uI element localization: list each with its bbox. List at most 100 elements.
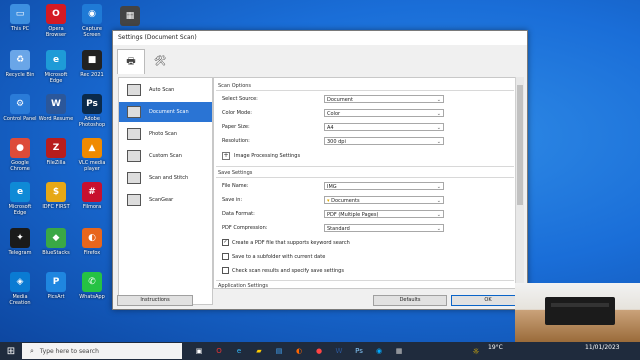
file-name-value: IMG	[327, 184, 337, 190]
app-icon: ⚙	[10, 94, 30, 114]
desktop-icon-label: VLC media player	[78, 160, 106, 172]
app-icon: #	[82, 182, 102, 202]
app-icon: ◉	[82, 4, 102, 24]
taskbar: ⊞ ⌕ Type here to search ▣ O e ▰ ▤ ◐ ● W P…	[0, 342, 640, 360]
subfolder-checkbox[interactable]: Save to a subfolder with current date	[222, 253, 325, 260]
chrome-taskbar-icon[interactable]: ●	[312, 344, 326, 358]
scan-stitch-icon	[127, 172, 141, 184]
desktop-icon[interactable]: ⚙ Control Panel	[2, 92, 38, 122]
desktop-icon[interactable]: ◐ Firefox	[74, 226, 110, 256]
checkbox-icon	[222, 267, 229, 274]
desktop-icon[interactable]: W Word Resume	[38, 92, 74, 122]
desktop-icon[interactable]: e Microsoft Edge	[2, 180, 38, 216]
firefox-taskbar-icon[interactable]: ◐	[292, 344, 306, 358]
custom-scan-icon	[127, 150, 141, 162]
data-format-dropdown[interactable]: PDF (Multiple Pages) ⌄	[324, 210, 444, 218]
desktop-icon[interactable]: O Opera Browser	[38, 2, 74, 38]
photoshop-taskbar-icon[interactable]: Ps	[352, 344, 366, 358]
opera-taskbar-icon[interactable]: O	[212, 344, 226, 358]
desktop-icon-label: IDFC FIRST	[42, 204, 70, 210]
clock[interactable]: 11/01/2023	[585, 344, 620, 351]
desktop-icon[interactable]: ✆ WhatsApp	[74, 270, 110, 300]
select-source-label: Select Source:	[222, 96, 258, 102]
dropdown-value: Documents	[331, 198, 360, 204]
desktop-icon[interactable]: ◆ BlueStacks	[38, 226, 74, 256]
desktop-icon[interactable]: ▦	[112, 4, 148, 28]
desktop-icon[interactable]: ◉ Capture Screen	[74, 2, 110, 38]
file-explorer-icon[interactable]: ▰	[252, 344, 266, 358]
desktop-icon[interactable]: ▲ VLC media player	[74, 136, 110, 172]
desktop-icon[interactable]: $ IDFC FIRST	[38, 180, 74, 210]
scan-options-header: Scan Options	[218, 83, 252, 89]
scanner-tab-icon[interactable]: 🖶	[117, 49, 145, 74]
desktop-icon[interactable]: ♻ Recycle Bin	[2, 48, 38, 78]
nav-auto-scan[interactable]: Auto Scan	[119, 80, 212, 100]
check-results-checkbox[interactable]: Check scan results and specify save sett…	[222, 267, 344, 274]
expand-plus-icon: +	[222, 152, 230, 160]
checkbox-icon	[222, 253, 229, 260]
tools-tab-icon[interactable]: 🛠	[147, 49, 173, 73]
defaults-button[interactable]: Defaults	[373, 295, 447, 306]
scan-type-list: Auto Scan Document Scan Photo Scan Custo…	[118, 77, 213, 305]
app-icon: O	[46, 4, 66, 24]
auto-scan-icon	[127, 84, 141, 96]
pdf-compression-dropdown[interactable]: Standard ⌄	[324, 224, 444, 232]
desktop-icon[interactable]: e Microsoft Edge	[38, 48, 74, 84]
app-icon: ▲	[82, 138, 102, 158]
dropdown-value: Color	[327, 111, 341, 117]
nav-custom-scan[interactable]: Custom Scan	[119, 146, 212, 166]
resolution-label: Resolution:	[222, 138, 250, 144]
nav-label: ScanGear	[149, 197, 174, 203]
scrollbar-thumb[interactable]	[517, 85, 523, 205]
nav-photo-scan[interactable]: Photo Scan	[119, 124, 212, 144]
word-taskbar-icon[interactable]: W	[332, 344, 346, 358]
desktop-icon[interactable]: # Filmora	[74, 180, 110, 210]
paper-size-dropdown[interactable]: A4 ⌄	[324, 123, 444, 131]
checkbox-label: Create a PDF file that supports keyword …	[232, 239, 350, 246]
webcam-overlay	[515, 283, 640, 342]
weather-icon[interactable]: ☼	[470, 344, 482, 358]
divider	[216, 90, 514, 91]
app-icon: W	[46, 94, 66, 114]
desktop-icon[interactable]: Z FileZilla	[38, 136, 74, 166]
scanner-taskbar-icon[interactable]: ▦	[392, 344, 406, 358]
settings-scrollbar[interactable]	[515, 77, 524, 287]
instructions-button[interactable]: Instructions	[117, 295, 193, 306]
save-in-label: Save in:	[222, 197, 243, 203]
desktop-icon[interactable]: Ps Adobe Photoshop	[74, 92, 110, 128]
nav-label: Photo Scan	[149, 131, 178, 137]
desktop-icon[interactable]: ✦ Telegram	[2, 226, 38, 256]
image-processing-toggle[interactable]: + Image Processing Settings	[222, 152, 300, 160]
desktop-icon-label: Filmora	[82, 204, 102, 210]
divider	[216, 177, 514, 178]
desktop-icon-label: Recycle Bin	[5, 72, 35, 78]
desktop-icon[interactable]: ■ Rec 2021	[74, 48, 110, 78]
edge-taskbar-icon[interactable]: e	[232, 344, 246, 358]
desktop-icon[interactable]: ◈ Media Creation	[2, 270, 38, 306]
ok-button[interactable]: OK	[451, 295, 525, 306]
save-in-dropdown[interactable]: ▾ Documents ⌄	[324, 196, 444, 204]
desktop-icon[interactable]: ▭ This PC	[2, 2, 38, 32]
keyword-search-checkbox[interactable]: ✓ Create a PDF file that supports keyword…	[222, 239, 350, 246]
app-icon: ●	[10, 138, 30, 158]
nav-scangear[interactable]: ScanGear	[119, 190, 212, 210]
app-icon: ✆	[82, 272, 102, 292]
nav-scan-and-stitch[interactable]: Scan and Stitch	[119, 168, 212, 188]
file-name-field[interactable]: IMG ⌄	[324, 182, 444, 190]
color-mode-dropdown[interactable]: Color ⌄	[324, 109, 444, 117]
app-icon: ◐	[82, 228, 102, 248]
desktop-icon-label: Microsoft Edge	[8, 204, 32, 216]
desktop-icon[interactable]: P PicsArt	[38, 270, 74, 300]
windows-start-icon[interactable]: ⊞	[4, 344, 18, 358]
desktop-icon[interactable]: ● Google Chrome	[2, 136, 38, 172]
select-source-dropdown[interactable]: Document ⌄	[324, 95, 444, 103]
store-icon[interactable]: ▤	[272, 344, 286, 358]
settings-tabs: 🖶 🛠	[117, 49, 177, 75]
resolution-dropdown[interactable]: 300 dpi ⌄	[324, 137, 444, 145]
task-view-icon[interactable]: ▣	[192, 344, 206, 358]
nav-document-scan[interactable]: Document Scan	[119, 102, 212, 122]
dropdown-value: Standard	[327, 226, 350, 232]
document-scan-icon	[127, 106, 141, 118]
capture-taskbar-icon[interactable]: ◉	[372, 344, 386, 358]
taskbar-search[interactable]: ⌕ Type here to search	[22, 343, 182, 359]
